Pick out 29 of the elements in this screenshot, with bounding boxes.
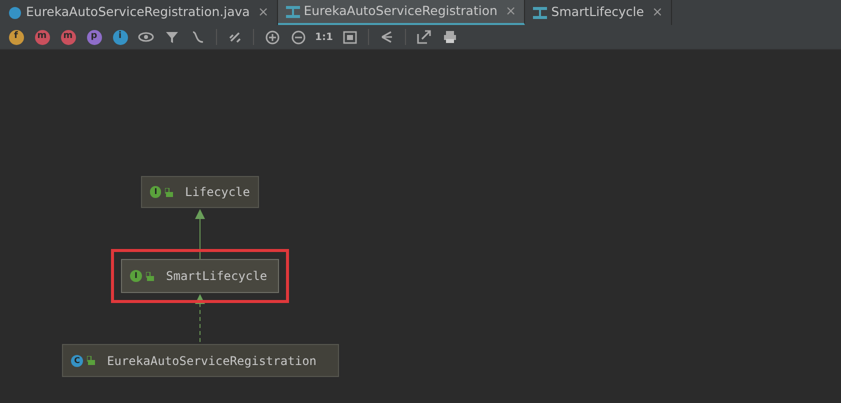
- actual-size-button[interactable]: 1:1: [312, 25, 336, 49]
- tab-label: EurekaAutoServiceRegistration: [304, 2, 498, 20]
- node-label: SmartLifecycle: [166, 268, 268, 285]
- node-label: EurekaAutoServiceRegistration: [107, 352, 317, 370]
- filter-toggle[interactable]: m: [56, 25, 80, 49]
- filter-toggle[interactable]: f: [4, 25, 28, 49]
- diagram-icon: [286, 6, 300, 18]
- close-icon[interactable]: ×: [505, 2, 516, 22]
- node-label: Lifecycle: [184, 184, 250, 201]
- lock-icon: [146, 272, 154, 280]
- class-icon: [8, 6, 22, 20]
- editor-tab[interactable]: EurekaAutoServiceRegistration ×: [278, 0, 526, 25]
- tab-label: EurekaAutoServiceRegistration.java: [26, 3, 250, 22]
- close-icon[interactable]: ×: [652, 2, 663, 22]
- inheritance-arrow: [195, 209, 205, 259]
- class-node[interactable]: C EurekaAutoServiceRegistration: [62, 344, 339, 377]
- class-node[interactable]: I SmartLifecycle: [121, 259, 279, 293]
- interface-icon: I: [150, 186, 162, 198]
- filter-toggle[interactable]: m: [30, 25, 54, 49]
- filter-toggle[interactable]: p: [82, 25, 106, 49]
- class-node[interactable]: I Lifecycle: [141, 176, 259, 208]
- lock-icon: [165, 188, 173, 196]
- interface-icon: I: [130, 270, 142, 282]
- diagram-icon: [533, 6, 548, 18]
- class-icon: C: [71, 354, 83, 366]
- lock-icon: [87, 356, 95, 365]
- tab-label: SmartLifecycle: [551, 3, 644, 22]
- close-icon[interactable]: ×: [258, 2, 269, 22]
- filter-toggle[interactable]: i: [108, 25, 132, 49]
